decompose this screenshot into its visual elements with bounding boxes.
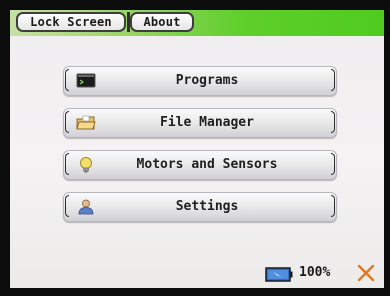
motors-and-sensors-label: Motors and Sensors	[136, 157, 278, 172]
programs-button[interactable]: Programs	[63, 66, 337, 96]
lock-screen-tab[interactable]: Lock Screen	[16, 12, 130, 32]
status-bar: 100%	[10, 262, 384, 288]
screen: Lock Screen About Programs File Manager	[10, 10, 384, 288]
file-manager-label: File Manager	[160, 115, 254, 130]
about-tab-label: About	[143, 15, 181, 29]
lock-screen-tab-label: Lock Screen	[30, 15, 112, 29]
top-bar: Lock Screen About	[10, 10, 384, 36]
file-manager-button[interactable]: File Manager	[63, 108, 337, 138]
settings-label: Settings	[175, 199, 239, 214]
programs-label: Programs	[175, 73, 239, 88]
motors-and-sensors-button[interactable]: Motors and Sensors	[63, 150, 337, 180]
battery-percent: 100%	[299, 265, 331, 280]
settings-button[interactable]: Settings	[63, 192, 337, 222]
battery-icon	[265, 267, 293, 282]
about-tab[interactable]: About	[130, 12, 194, 32]
close-icon[interactable]	[357, 264, 375, 282]
